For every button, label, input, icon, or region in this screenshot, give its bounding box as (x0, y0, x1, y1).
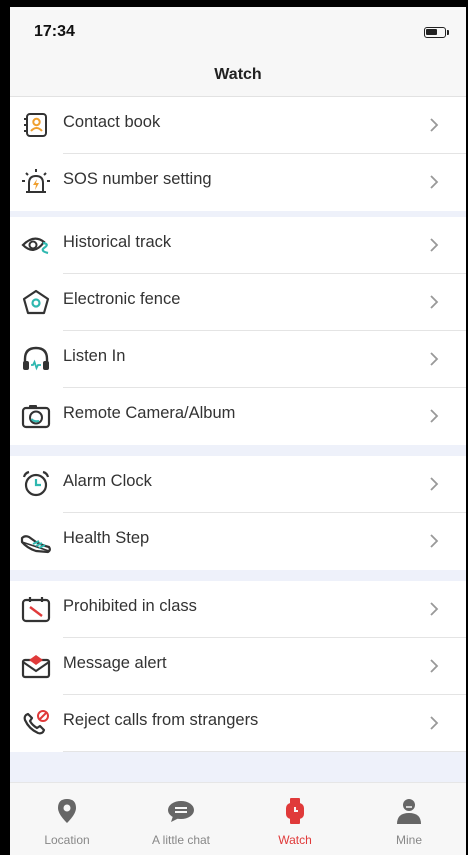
menu-item-listen-in[interactable]: Listen In (10, 331, 466, 388)
menu-item-label: Message alert (63, 654, 167, 672)
bottom-tab-bar: Location A little chat Watch Mine (10, 782, 466, 855)
chevron-right-icon (430, 602, 439, 616)
menu-item-message-alert[interactable]: Message alert (10, 638, 466, 695)
contact-book-icon (24, 113, 47, 137)
menu-item-sos-number-setting[interactable]: SOS number setting (10, 154, 466, 211)
location-pin-icon (58, 799, 76, 823)
tab-label: Mine (395, 833, 422, 847)
chevron-right-icon (430, 477, 439, 491)
envelope-icon (21, 655, 51, 679)
chevron-right-icon (430, 659, 439, 673)
track-eye-icon (21, 237, 49, 255)
tab-watch[interactable]: Watch (238, 783, 352, 855)
tab-location[interactable]: Location (10, 783, 124, 855)
menu-item-reject-calls-from-strangers[interactable]: Reject calls from strangers (10, 695, 466, 752)
settings-group-2: Historical track Electronic fence Listen… (10, 217, 466, 445)
settings-group-1: Contact book SOS number setting (10, 97, 466, 211)
tab-a-little-chat[interactable]: A little chat (124, 783, 238, 855)
chevron-right-icon (430, 238, 439, 252)
chevron-right-icon (430, 295, 439, 309)
menu-item-historical-track[interactable]: Historical track (10, 217, 466, 274)
tab-label: Location (44, 833, 90, 847)
watch-icon (286, 798, 304, 824)
tab-mine[interactable]: Mine (352, 783, 466, 855)
menu-item-label: Historical track (63, 233, 172, 251)
menu-item-label: Remote Camera/Album (63, 404, 236, 422)
battery-icon (424, 27, 449, 38)
chevron-right-icon (430, 118, 439, 132)
phone-block-icon (23, 710, 49, 735)
alarm-clock-icon (22, 470, 50, 497)
user-icon (397, 799, 421, 824)
camera-icon (21, 405, 51, 429)
sos-alarm-icon (22, 169, 50, 193)
menu-item-label: Listen In (63, 347, 126, 365)
settings-group-4: Prohibited in class Message alert Reject… (10, 581, 466, 752)
row-divider (63, 751, 466, 752)
menu-item-label: Alarm Clock (63, 472, 152, 490)
headphones-icon (23, 346, 49, 371)
phone-screen: 17:34 Watch Contact book SOS number sett… (10, 7, 466, 855)
menu-item-electronic-fence[interactable]: Electronic fence (10, 274, 466, 331)
menu-item-health-step[interactable]: Health Step (10, 513, 466, 570)
tab-label: Watch (278, 833, 312, 847)
chevron-right-icon (430, 352, 439, 366)
menu-item-label: Contact book (63, 113, 161, 131)
menu-item-prohibited-in-class[interactable]: Prohibited in class (10, 581, 466, 638)
shoe-icon (20, 535, 51, 554)
page-title: Watch (214, 66, 262, 83)
calendar-prohibited-icon (21, 597, 51, 623)
chat-bubble-icon (168, 801, 194, 822)
chevron-right-icon (430, 409, 439, 423)
status-bar: 17:34 (10, 7, 466, 55)
nav-bar: Watch (10, 55, 466, 97)
menu-item-label: Reject calls from strangers (63, 711, 259, 729)
fence-pentagon-icon (22, 289, 50, 315)
menu-item-remote-camera-album[interactable]: Remote Camera/Album (10, 388, 466, 445)
menu-item-label: Prohibited in class (63, 597, 197, 615)
tab-label: A little chat (151, 833, 211, 847)
settings-group-3: Alarm Clock Health Step (10, 456, 466, 570)
menu-item-contact-book[interactable]: Contact book (10, 97, 466, 154)
menu-item-label: SOS number setting (63, 170, 212, 188)
chevron-right-icon (430, 534, 439, 548)
status-time: 17:34 (34, 23, 75, 40)
menu-item-alarm-clock[interactable]: Alarm Clock (10, 456, 466, 513)
menu-item-label: Electronic fence (63, 290, 181, 308)
menu-item-label: Health Step (63, 529, 150, 547)
chevron-right-icon (430, 716, 439, 730)
chevron-right-icon (430, 175, 439, 189)
